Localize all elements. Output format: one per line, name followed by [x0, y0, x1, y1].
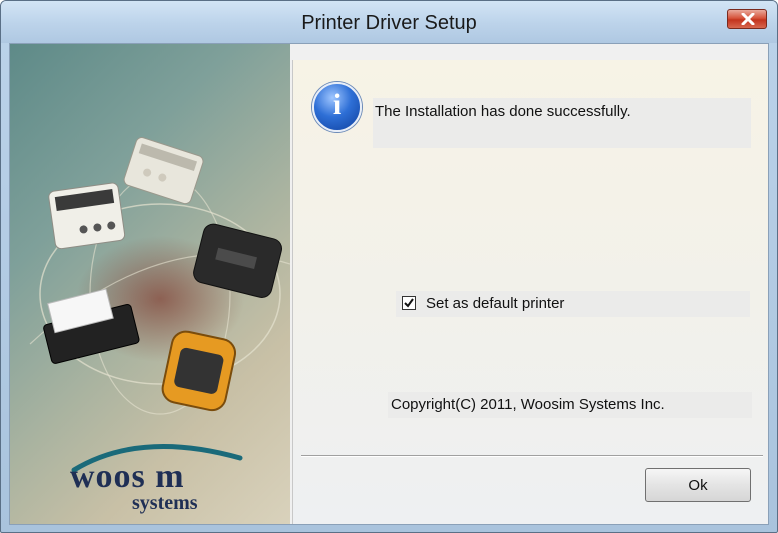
- logo-text: woos m: [70, 458, 185, 495]
- printer-receipt: [43, 288, 140, 364]
- content-panel: i The Installation has done successfully…: [292, 60, 768, 524]
- window-title: Printer Driver Setup: [301, 12, 477, 34]
- printer-orange: [161, 330, 236, 412]
- ok-button[interactable]: Ok: [645, 468, 751, 502]
- close-icon: [741, 13, 755, 25]
- product-banner: woos m systems: [10, 44, 290, 524]
- printer-black-right: [193, 223, 283, 298]
- info-glyph: i: [332, 88, 342, 121]
- logo-subtext: systems: [132, 492, 198, 514]
- info-icon: i: [312, 82, 362, 132]
- printer-white-top: [123, 137, 204, 205]
- default-printer-label[interactable]: Set as default printer: [426, 295, 564, 312]
- copyright-text: Copyright(C) 2011, Woosim Systems Inc.: [391, 396, 665, 413]
- title-bar[interactable]: Printer Driver Setup: [1, 1, 777, 43]
- woosim-logo: woos m systems: [70, 436, 250, 516]
- printer-white-left: [48, 182, 126, 250]
- checkmark-icon: [404, 298, 414, 308]
- success-message: The Installation has done successfully.: [375, 103, 631, 120]
- setup-window: Printer Driver Setup woos m systems i Th…: [0, 0, 778, 533]
- close-button[interactable]: [727, 9, 767, 29]
- separator-line: [301, 455, 763, 457]
- message-area: The Installation has done successfully.: [373, 98, 751, 148]
- copyright-area: Copyright(C) 2011, Woosim Systems Inc.: [388, 392, 752, 418]
- dialog-client-area: woos m systems i The Installation has do…: [9, 43, 769, 525]
- default-printer-checkbox[interactable]: [402, 296, 416, 310]
- default-printer-row[interactable]: Set as default printer: [396, 291, 750, 317]
